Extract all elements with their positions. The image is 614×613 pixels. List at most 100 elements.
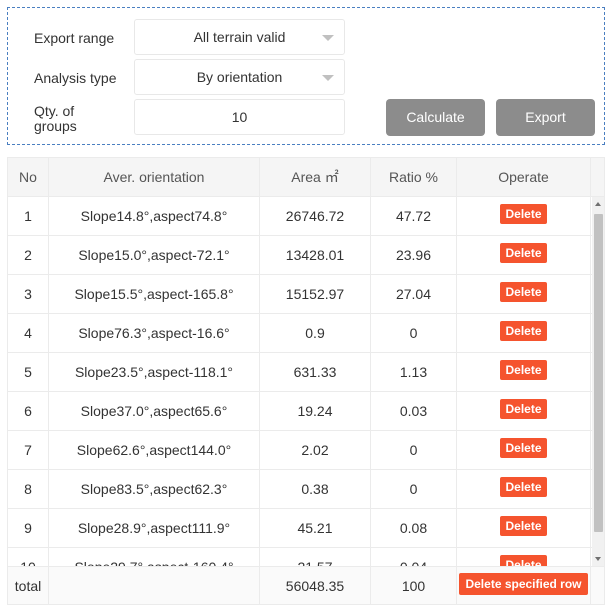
chevron-down-icon (322, 75, 334, 81)
cell-ratio: 27.04 (371, 275, 457, 313)
delete-row-button[interactable]: Delete (500, 243, 547, 263)
cell-orientation: Slope83.5°,aspect62.3° (49, 470, 260, 508)
footer-area: 56048.35 (260, 567, 371, 604)
header-orientation: Aver. orientation (49, 158, 260, 196)
table-row: 8 Slope83.5°,aspect62.3° 0.38 0 Delete (8, 470, 592, 509)
cell-ratio: 0.08 (371, 509, 457, 547)
table-footer: total 56048.35 100 Delete specified row (8, 566, 604, 604)
table-row: 2 Slope15.0°,aspect-72.1° 13428.01 23.96… (8, 236, 592, 275)
header-operate: Operate (457, 158, 591, 196)
cell-area: 26746.72 (260, 197, 371, 235)
cell-orientation: Slope15.0°,aspect-72.1° (49, 236, 260, 274)
delete-row-button[interactable]: Delete (500, 282, 547, 302)
scroll-up-arrow-icon[interactable] (595, 202, 601, 206)
table-row: 10 Slope29.7°,aspect-160.4° 21.57 0.04 D… (8, 548, 592, 566)
cell-area: 21.57 (260, 548, 371, 566)
delete-row-button[interactable]: Delete (500, 516, 547, 536)
results-table: No Aver. orientation Area ㎡ Ratio % Oper… (7, 157, 605, 605)
cell-no: 9 (8, 509, 49, 547)
export-settings-panel: Export range All terrain valid Analysis … (7, 7, 605, 145)
qty-groups-input[interactable]: 10 (134, 99, 345, 135)
export-range-select[interactable]: All terrain valid (134, 19, 345, 55)
header-area: Area ㎡ (260, 158, 371, 196)
cell-orientation: Slope37.0°,aspect65.6° (49, 392, 260, 430)
cell-area: 19.24 (260, 392, 371, 430)
table-row: 5 Slope23.5°,aspect-118.1° 631.33 1.13 D… (8, 353, 592, 392)
cell-orientation: Slope62.6°,aspect144.0° (49, 431, 260, 469)
cell-no: 2 (8, 236, 49, 274)
cell-no: 4 (8, 314, 49, 352)
header-ratio: Ratio % (371, 158, 457, 196)
export-button[interactable]: Export (496, 99, 595, 136)
cell-orientation: Slope76.3°,aspect-16.6° (49, 314, 260, 352)
cell-orientation: Slope14.8°,aspect74.8° (49, 197, 260, 235)
cell-operate: Delete (457, 236, 591, 274)
cell-area: 0.38 (260, 470, 371, 508)
cell-no: 6 (8, 392, 49, 430)
cell-ratio: 0 (371, 431, 457, 469)
table-row: 1 Slope14.8°,aspect74.8° 26746.72 47.72 … (8, 197, 592, 236)
delete-row-button[interactable]: Delete (500, 477, 547, 497)
scroll-down-arrow-icon[interactable] (595, 557, 601, 561)
scrollbar-thumb[interactable] (594, 214, 603, 532)
cell-operate: Delete (457, 509, 591, 547)
cell-no: 5 (8, 353, 49, 391)
cell-ratio: 1.13 (371, 353, 457, 391)
cell-operate: Delete (457, 431, 591, 469)
qty-groups-label: Qty. of groups (34, 103, 77, 134)
cell-orientation: Slope23.5°,aspect-118.1° (49, 353, 260, 391)
cell-operate: Delete (457, 548, 591, 566)
cell-ratio: 0.03 (371, 392, 457, 430)
footer-ratio: 100 (371, 567, 457, 604)
cell-no: 3 (8, 275, 49, 313)
delete-row-button[interactable]: Delete (500, 555, 547, 566)
cell-area: 13428.01 (260, 236, 371, 274)
chevron-down-icon (322, 35, 334, 41)
table-row: 4 Slope76.3°,aspect-16.6° 0.9 0 Delete (8, 314, 592, 353)
export-range-value: All terrain valid (193, 29, 286, 45)
cell-operate: Delete (457, 392, 591, 430)
analysis-type-label: Analysis type (34, 70, 117, 86)
analysis-type-value: By orientation (196, 69, 283, 85)
cell-area: 45.21 (260, 509, 371, 547)
cell-operate: Delete (457, 275, 591, 313)
cell-no: 7 (8, 431, 49, 469)
cell-no: 1 (8, 197, 49, 235)
footer-total-label: total (8, 567, 49, 604)
footer-orientation-empty (49, 567, 260, 604)
footer-operate: Delete specified row (457, 567, 591, 604)
cell-ratio: 0.04 (371, 548, 457, 566)
table-header: No Aver. orientation Area ㎡ Ratio % Oper… (8, 158, 604, 197)
header-no: No (8, 158, 49, 196)
delete-row-button[interactable]: Delete (500, 438, 547, 458)
cell-orientation: Slope29.7°,aspect-160.4° (49, 548, 260, 566)
analysis-type-select[interactable]: By orientation (134, 59, 345, 95)
table-body[interactable]: 1 Slope14.8°,aspect74.8° 26746.72 47.72 … (8, 197, 592, 566)
cell-no: 8 (8, 470, 49, 508)
delete-row-button[interactable]: Delete (500, 321, 547, 341)
cell-operate: Delete (457, 470, 591, 508)
cell-ratio: 23.96 (371, 236, 457, 274)
table-row: 3 Slope15.5°,aspect-165.8° 15152.97 27.0… (8, 275, 592, 314)
table-scrollbar[interactable] (592, 197, 604, 566)
table-row: 7 Slope62.6°,aspect144.0° 2.02 0 Delete (8, 431, 592, 470)
delete-row-button[interactable]: Delete (500, 204, 547, 224)
table-row: 9 Slope28.9°,aspect111.9° 45.21 0.08 Del… (8, 509, 592, 548)
qty-groups-value: 10 (231, 109, 248, 125)
cell-orientation: Slope15.5°,aspect-165.8° (49, 275, 260, 313)
delete-row-button[interactable]: Delete (500, 399, 547, 419)
delete-specified-row-button[interactable]: Delete specified row (459, 572, 588, 595)
delete-row-button[interactable]: Delete (500, 360, 547, 380)
table-row: 6 Slope37.0°,aspect65.6° 19.24 0.03 Dele… (8, 392, 592, 431)
export-range-label: Export range (34, 30, 115, 46)
cell-ratio: 0 (371, 470, 457, 508)
calculate-button[interactable]: Calculate (386, 99, 485, 136)
cell-area: 0.9 (260, 314, 371, 352)
cell-no: 10 (8, 548, 49, 566)
cell-area: 15152.97 (260, 275, 371, 313)
cell-area: 2.02 (260, 431, 371, 469)
cell-ratio: 0 (371, 314, 457, 352)
cell-area: 631.33 (260, 353, 371, 391)
cell-operate: Delete (457, 353, 591, 391)
cell-orientation: Slope28.9°,aspect111.9° (49, 509, 260, 547)
